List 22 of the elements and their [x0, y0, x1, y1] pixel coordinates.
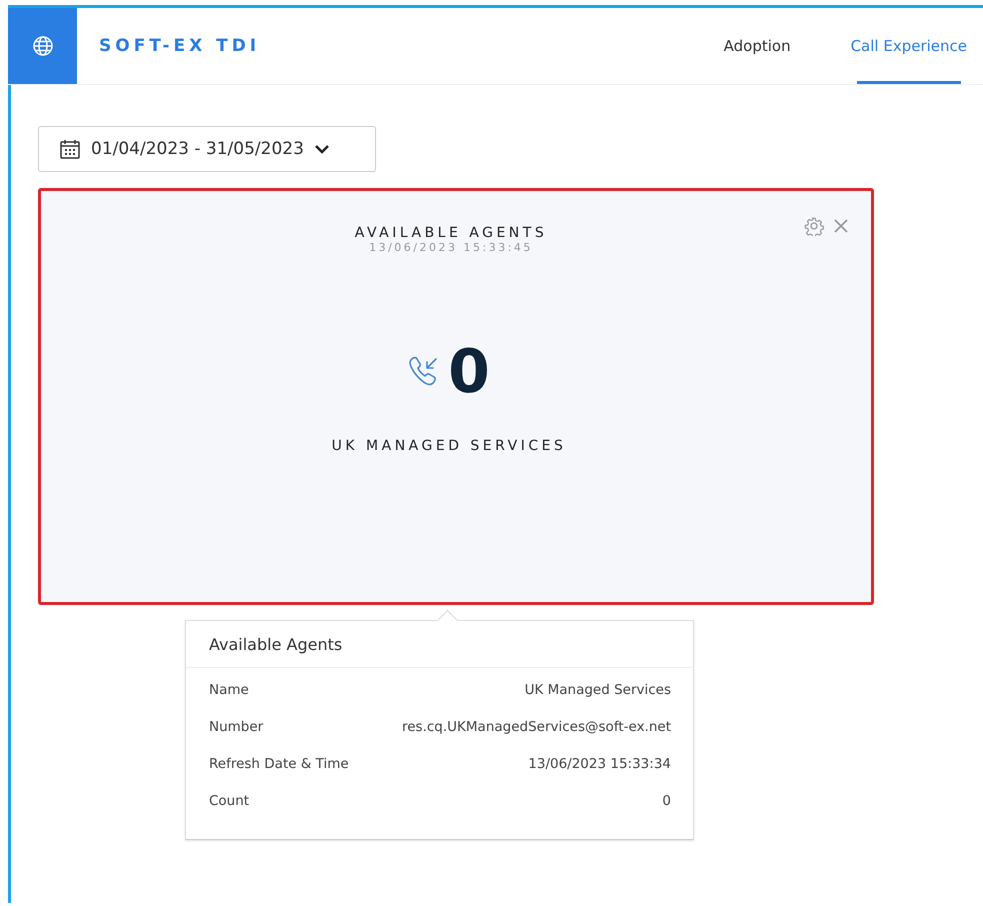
tooltip-title: Available Agents — [186, 621, 693, 668]
field-label: Count — [209, 793, 250, 809]
widget-timestamp: 13/06/2023 15:33:45 — [369, 241, 533, 254]
field-value: res.cq.UKManagedServices@soft-ex.net — [402, 719, 671, 735]
close-icon[interactable] — [834, 219, 848, 233]
calendar-icon — [59, 138, 81, 160]
date-range-picker[interactable]: 01/04/2023 - 31/05/2023 — [38, 126, 376, 172]
field-label: Refresh Date & Time — [209, 756, 349, 772]
nav-tab[interactable]: Adoption — [720, 8, 795, 84]
nav-tab[interactable]: Call Experience — [846, 8, 971, 84]
agent-count: 0 — [448, 342, 490, 402]
globe-icon — [30, 34, 54, 58]
app-title: SOFT-EX TDI — [99, 36, 260, 56]
field-label: Name — [209, 682, 249, 698]
field-value: 13/06/2023 15:33:34 — [528, 756, 671, 772]
field-label: Number — [209, 719, 264, 735]
field-value: UK Managed Services — [524, 682, 671, 698]
field-value: 0 — [662, 793, 671, 809]
queue-name: UK MANAGED SERVICES — [332, 438, 566, 454]
widget-title: AVAILABLE AGENTS — [354, 225, 548, 241]
chevron-down-icon — [314, 144, 330, 154]
settings-icon[interactable] — [804, 216, 824, 236]
